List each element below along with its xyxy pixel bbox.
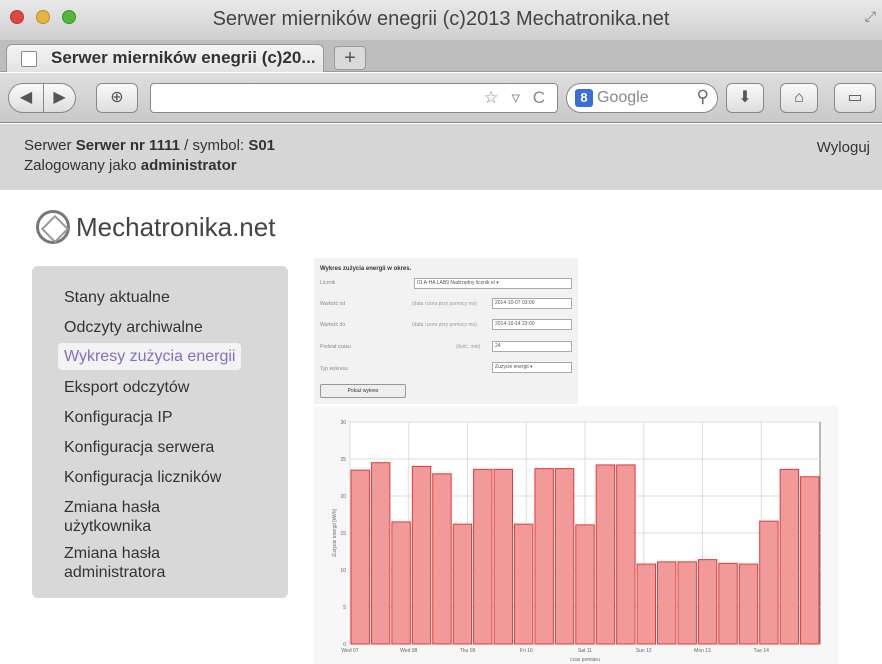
- date-to-hint: (data i pora przy pomocy ms): [412, 322, 477, 328]
- date-to-input[interactable]: 2014-10-14 23:00: [492, 319, 572, 330]
- page-favicon-icon: [21, 51, 37, 67]
- x-tick-label: Sat 11: [578, 648, 592, 654]
- x-tick-label: Fri 10: [520, 648, 533, 654]
- bar: [493, 468, 513, 645]
- sidebar-item-konfiguracja-licznikow[interactable]: Konfiguracja liczników: [64, 468, 221, 487]
- bar: [616, 464, 636, 645]
- meter-label: Licznik: [320, 280, 336, 286]
- energy-chart-panel: 0 5 10 15 20 25 30 Wed 07 Wed 08 Thu 09 Fri 10 Sat …: [314, 406, 838, 664]
- date-to-label: Wartość do: [320, 322, 346, 328]
- bar: [534, 468, 554, 645]
- x-tick-label: Thu 09: [460, 648, 476, 654]
- bar: [473, 468, 493, 645]
- y-tick-label: 15: [340, 531, 346, 537]
- tab-title: Serwer mierników enegrii (c)20...: [51, 48, 316, 67]
- forward-button[interactable]: ▶: [44, 83, 76, 113]
- x-axis-label: czas pomiaru: [570, 657, 600, 663]
- server-info: Serwer Serwer nr 1111 / symbol: S01: [24, 137, 276, 154]
- bar: [759, 520, 779, 645]
- chart-form: Wykres zużycia energii w okres. Licznik …: [314, 258, 578, 404]
- x-tick-label: Tue 14: [754, 648, 770, 654]
- y-tick-label: 30: [340, 420, 346, 426]
- window-titlebar: Serwer mierników enegrii (c)2013 Mechatr…: [0, 0, 882, 40]
- bar: [738, 563, 759, 645]
- new-tab-button[interactable]: +: [334, 46, 366, 70]
- bar: [432, 473, 452, 645]
- server-symbol: S01: [248, 137, 276, 154]
- date-from-input[interactable]: 2014-10-07 03:00: [492, 298, 572, 309]
- chart-type-select[interactable]: Zużycie energii ▾: [492, 362, 572, 373]
- home-icon[interactable]: ⌂: [780, 83, 818, 113]
- fullscreen-icon[interactable]: ⤢: [865, 8, 876, 25]
- y-tick-label: 20: [340, 494, 346, 500]
- bar: [411, 465, 432, 645]
- sidebar-item-haslo-administratora[interactable]: Zmiana hasła administratora: [64, 544, 194, 582]
- sidebar-item-wykresy[interactable]: Wykresy zużycia energii: [58, 343, 242, 370]
- mechatronika-logo-icon: [36, 210, 70, 244]
- date-from-hint: (data i pora przy pomocy ms): [412, 301, 477, 307]
- energy-chart: 051015202530Wed 07 Wed 08 Thu 09 Fri 10 Sat …: [332, 420, 821, 663]
- navigation-toolbar: ◀ ▶ ⊕ ☆ ▿ C 8 Google ⚲ ⬇ ⌂ ▭: [0, 73, 882, 123]
- y-axis-label: Zużycie energii [kWh]: [332, 508, 338, 556]
- logo-text: Mechatronika.net: [76, 212, 276, 242]
- logged-user: administrator: [140, 157, 237, 174]
- browser-tab[interactable]: Serwer mierników enegrii (c)20...: [6, 44, 324, 72]
- bar: [800, 476, 820, 645]
- chart-type-label: Typ wykresu: [320, 366, 348, 372]
- sidebar-item-stany-aktualne[interactable]: Stany aktualne: [64, 288, 170, 307]
- bar: [370, 462, 391, 645]
- bar: [677, 561, 697, 645]
- y-tick-label: 10: [340, 568, 346, 574]
- bar: [554, 468, 575, 645]
- sidebar-item-konfiguracja-serwera[interactable]: Konfiguracja serwera: [64, 438, 214, 457]
- bar: [575, 524, 595, 645]
- sidebar-menu: Stany aktualne Odczyty archiwalne Wykres…: [32, 266, 288, 598]
- bar: [779, 468, 800, 645]
- bar: [350, 469, 370, 645]
- bar: [513, 523, 534, 645]
- x-tick-label: Mon 13: [694, 648, 711, 654]
- login-info: Zalogowany jako administrator: [24, 157, 237, 174]
- window-menu-icon[interactable]: ▭: [834, 83, 876, 113]
- page-header: Serwer Serwer nr 1111 / symbol: S01 Zalo…: [0, 124, 882, 190]
- sidebar-item-eksport[interactable]: Eksport odczytów: [64, 378, 189, 397]
- y-tick-label: 5: [343, 605, 346, 611]
- y-tick-label: 25: [340, 457, 346, 463]
- bar: [697, 559, 718, 645]
- search-placeholder: Google: [597, 89, 649, 106]
- google-engine-icon[interactable]: 8: [575, 89, 593, 107]
- interval-hint: (ilość, min): [456, 344, 481, 350]
- bookmark-star-reload-icons[interactable]: ☆ ▿ C: [484, 88, 550, 108]
- meter-select[interactable]: 01 A-HA LAB9 Nadrzędny licznik el ▾: [414, 278, 572, 289]
- back-button[interactable]: ◀: [8, 83, 44, 113]
- sidebar-item-odczyty-archiwalne[interactable]: Odczyty archiwalne: [64, 318, 203, 337]
- interval-input[interactable]: 24: [492, 341, 572, 352]
- interval-label: Podział czasu: [320, 344, 351, 350]
- site-identity-button[interactable]: ⊕: [96, 83, 138, 113]
- x-tick-label: Wed 08: [400, 648, 417, 654]
- window-title: Serwer mierników enegrii (c)2013 Mechatr…: [212, 8, 670, 30]
- tab-bar: Serwer mierników enegrii (c)20... +: [0, 40, 882, 72]
- server-name: Serwer nr 1111: [75, 137, 180, 154]
- show-chart-button[interactable]: Pokaż wykres: [320, 384, 406, 398]
- bar: [657, 561, 677, 645]
- sidebar-item-konfiguracja-ip[interactable]: Konfiguracja IP: [64, 408, 173, 427]
- bar: [595, 464, 616, 645]
- bar: [452, 523, 473, 645]
- download-icon[interactable]: ⬇: [726, 83, 764, 113]
- address-bar[interactable]: ☆ ▿ C: [150, 83, 558, 113]
- bar: [718, 562, 738, 645]
- search-bar[interactable]: 8 Google ⚲: [566, 83, 718, 113]
- logout-link[interactable]: Wyloguj: [817, 138, 870, 158]
- sidebar-item-haslo-uzytkownika[interactable]: Zmiana hasła użytkownika: [64, 498, 184, 536]
- x-tick-label: Wed 07: [341, 648, 358, 654]
- bar: [391, 521, 411, 645]
- search-icon[interactable]: ⚲: [697, 87, 709, 107]
- form-title: Wykres zużycia energii w okres.: [320, 266, 412, 272]
- date-from-label: Wartość od: [320, 301, 346, 307]
- bar: [636, 563, 657, 645]
- x-tick-label: Sun 12: [636, 648, 652, 654]
